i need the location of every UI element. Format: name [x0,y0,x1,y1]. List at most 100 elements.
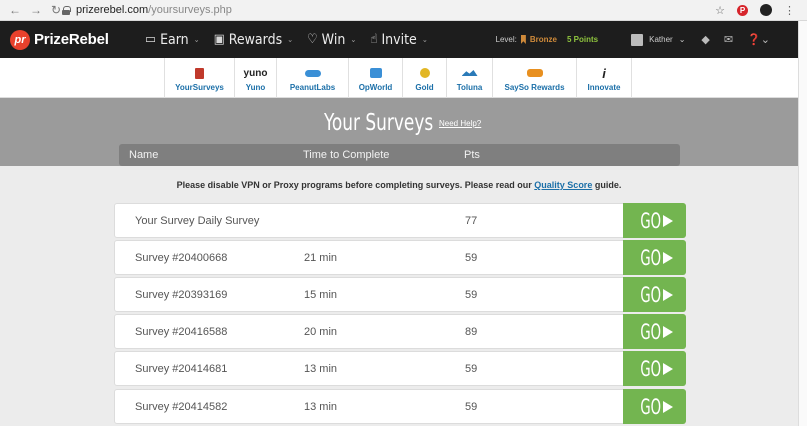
thumbs-up-icon: ☝ [370,32,378,47]
provider-label: PeanutLabs [289,83,336,92]
column-time: Time to Complete [303,149,390,161]
column-name: Name [129,149,159,161]
survey-points: 77 [465,215,478,227]
go-label: GO [640,282,661,307]
go-label: GO [640,208,661,233]
menu-earn[interactable]: ▭ Earn ⌄ [145,32,200,48]
survey-points: 59 [465,363,478,375]
survey-time: 20 min [304,326,338,338]
help-icon[interactable]: ❓⌄ [747,33,770,46]
forward-icon[interactable]: → [30,3,42,17]
scrollbar[interactable] [798,21,807,426]
provider-tab-opworld[interactable]: OpWorld [348,58,402,98]
browser-nav: ← → ↻ [0,3,62,17]
heart-icon: ♡ [307,32,318,47]
logo[interactable]: pr PrizeRebel [10,29,132,50]
gift-icon: ▣ [213,32,225,47]
notice-text: Please disable VPN or Proxy programs bef… [176,180,535,190]
survey-row[interactable]: Your Survey Daily Survey 77 GO [114,203,686,238]
play-arrow-icon [663,288,674,301]
play-arrow-icon [663,251,674,264]
survey-points: 59 [465,289,478,301]
go-button[interactable]: GO [623,240,686,275]
menu-win[interactable]: ♡ Win ⌄ [307,32,356,48]
star-icon[interactable]: ☆ [715,4,725,17]
survey-name: Survey #20416588 [135,326,228,338]
go-label: GO [640,394,661,419]
provider-tab-peanutlabs[interactable]: PeanutLabs [276,58,348,98]
menu-rewards[interactable]: ▣ Rewards ⌄ [214,32,293,48]
survey-points: 59 [465,252,478,264]
page-title: Your Surveys [324,110,434,136]
survey-row[interactable]: Survey #20416588 20 min 89 GO [114,314,686,349]
provider-tab-innovate[interactable]: i Innovate [576,58,632,98]
bronze-badge-icon [520,35,526,44]
gold-icon [419,66,430,80]
url-path: /yoursurveys.php [148,4,232,16]
tag-icon[interactable]: ◆ [701,33,709,46]
chevron-down-icon: ⌄ [350,35,357,44]
level-display: Level: Bronze 5 Points [495,35,599,44]
survey-row[interactable]: Survey #20400668 21 min 59 GO [114,240,686,275]
go-button[interactable]: GO [623,203,686,238]
yoursurveys-icon [195,66,204,80]
provider-label: Yuno [245,83,266,92]
survey-row[interactable]: Survey #20414681 13 min 59 GO [114,351,686,386]
survey-name: Survey #20393169 [135,289,228,301]
quality-score-link[interactable]: Quality Score [534,180,592,190]
survey-name: Your Survey Daily Survey [135,215,260,227]
survey-name: Survey #20414681 [135,363,228,375]
menu-label: Win [321,31,346,48]
go-button[interactable]: GO [623,314,686,349]
survey-points: 89 [465,326,478,338]
chevron-down-icon: ⌄ [287,35,294,44]
pinterest-icon[interactable]: P [737,4,748,16]
need-help-link[interactable]: Need Help? [439,119,481,128]
table-header: Name Time to Complete Pts [119,144,680,166]
logo-text: PrizeRebel [34,31,109,48]
play-arrow-icon [663,325,674,338]
provider-tab-toluna[interactable]: Toluna [446,58,492,98]
play-arrow-icon [663,362,674,375]
provider-label: Innovate [587,83,621,92]
go-button[interactable]: GO [623,389,686,424]
browser-toolbar: ← → ↻ prizerebel.com/yoursurveys.php ☆ P… [0,0,807,21]
chevron-down-icon: ⌄ [193,35,200,44]
provider-label: YourSurveys [175,83,224,92]
column-pts: Pts [464,149,480,161]
provider-tab-gold[interactable]: Gold [402,58,446,98]
chevron-down-icon: ⌄ [421,35,428,44]
sayso-icon [526,66,543,80]
avatar [631,33,644,46]
survey-time: 15 min [304,289,338,301]
logo-mark: pr [10,29,30,50]
menu-invite[interactable]: ☝ Invite ⌄ [370,32,428,48]
username: Kather [649,35,673,44]
play-arrow-icon [663,400,674,413]
survey-row[interactable]: Survey #20393169 15 min 59 GO [114,277,686,312]
survey-time: 21 min [304,252,338,264]
opworld-icon [369,66,382,80]
points-balance: 5 Points [566,35,599,44]
level-value: Bronze [529,35,557,44]
go-label: GO [640,319,661,344]
reload-icon[interactable]: ↻ [51,3,61,17]
survey-provider-bar: YourSurveys yuno Yuno PeanutLabs OpWorld Gold… [0,58,798,98]
go-button[interactable]: GO [623,351,686,386]
address-bar[interactable]: prizerebel.com/yoursurveys.php [62,2,715,18]
mail-icon[interactable]: ✉ [724,33,733,46]
level-label: Level: [495,35,517,44]
user-menu[interactable]: Kather ⌄ [631,33,685,46]
more-icon[interactable]: ⋮ [784,4,795,17]
provider-tab-yoursurveys[interactable]: YourSurveys [164,58,234,98]
provider-tab-yuno[interactable]: yuno Yuno [234,58,276,98]
main-menu: ▭ Earn ⌄ ▣ Rewards ⌄ ♡ Win ⌄ ☝ Invite ⌄ [145,32,428,48]
provider-tab-sayso-rewards[interactable]: SaySo Rewards [492,58,576,98]
menu-label: Earn [160,31,189,48]
profile-icon[interactable] [760,4,772,16]
survey-name: Survey #20400668 [135,252,228,264]
go-button[interactable]: GO [623,277,686,312]
back-icon[interactable]: ← [9,3,21,17]
survey-row[interactable]: Survey #20414582 13 min 59 GO [114,389,686,424]
toluna-icon [461,66,478,80]
